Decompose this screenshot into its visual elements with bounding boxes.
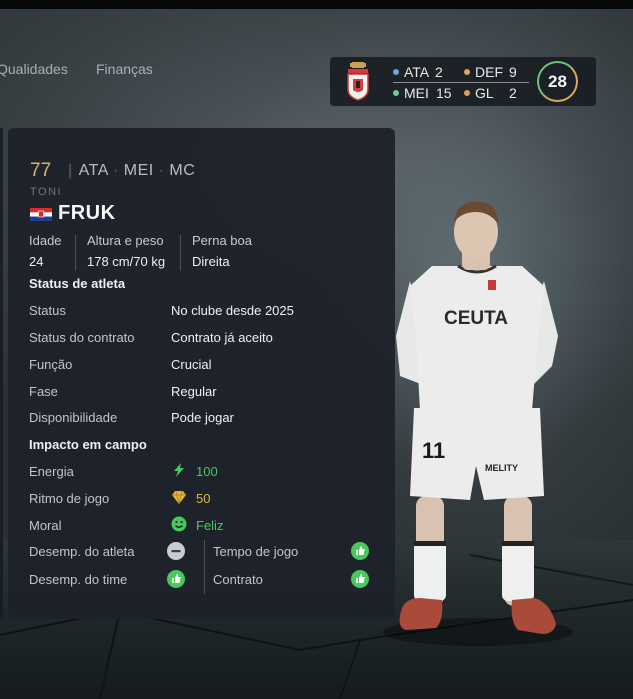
position-count-ata: ATA xyxy=(393,64,429,80)
athlete-status-title: Status de atleta xyxy=(29,276,126,291)
player-card: 77 | ATA · MEI · MC TONI FRUK Idade 24 Al… xyxy=(8,128,395,619)
smiley-icon xyxy=(171,516,187,532)
player-last-name: FRUK xyxy=(58,202,116,224)
morale-label: Moral xyxy=(29,518,62,533)
def-count: 9 xyxy=(509,64,517,80)
contract-label: Contrato xyxy=(213,572,263,587)
position-dot: · xyxy=(153,162,170,179)
thumbs-up-icon xyxy=(351,570,369,588)
club-crest-icon xyxy=(347,62,369,101)
availability-label: Disponibilidade xyxy=(29,410,118,425)
def-dot xyxy=(464,69,470,75)
ata-count: 2 xyxy=(435,64,443,80)
athlete-performance-label: Desemp. do atleta xyxy=(29,544,135,559)
age-label: Idade xyxy=(29,233,62,248)
tab-qualidades[interactable]: Qualidades xyxy=(0,61,68,77)
contract-status-value: Contrato já aceito xyxy=(171,330,273,345)
lightning-icon xyxy=(174,463,184,477)
overall-rating: 77 xyxy=(30,160,52,181)
phase-label: Fase xyxy=(29,384,58,399)
squad-total-badge: 28 xyxy=(537,61,578,102)
info-divider xyxy=(180,235,181,271)
position-divider xyxy=(393,82,529,83)
role-label: Função xyxy=(29,357,73,372)
shorts-number: 11 xyxy=(422,438,445,463)
thumbs-up-icon xyxy=(167,570,185,588)
sponsor-label: MELITY xyxy=(485,463,518,473)
height-weight-label: Altura e peso xyxy=(87,233,164,248)
availability-value: Pode jogar xyxy=(171,410,234,425)
height-weight-value: 178 cm/70 kg xyxy=(87,254,166,269)
phase-value: Regular xyxy=(171,384,217,399)
shirt-sponsor: CEUTA xyxy=(444,308,508,329)
position-secondary: MEI xyxy=(123,162,154,179)
playing-time-label: Tempo de jogo xyxy=(213,544,299,559)
positions-separator: | xyxy=(68,162,73,179)
status-value: No clube desde 2025 xyxy=(171,303,294,318)
match-rhythm-value: 50 xyxy=(196,491,211,506)
neutral-icon xyxy=(167,542,185,560)
status-label: Status xyxy=(29,303,66,318)
squad-position-summary: ATA 2 DEF 9 MEI 15 GL 2 28 xyxy=(330,57,596,106)
preferred-foot-label: Perna boa xyxy=(192,233,252,248)
card-edge xyxy=(0,128,3,619)
player-profile-screen: Qualidades Finanças ATA 2 DEF 9 MEI 15 G… xyxy=(0,0,633,699)
player-first-name: TONI xyxy=(30,186,63,198)
field-impact-title: Impacto em campo xyxy=(29,437,147,452)
player-positions: | ATA · MEI · MC xyxy=(68,162,195,180)
diamond-icon xyxy=(172,490,186,505)
position-primary: ATA xyxy=(78,162,109,179)
top-bar xyxy=(0,0,633,9)
gl-count: 2 xyxy=(509,85,517,101)
position-tertiary: MC xyxy=(169,162,196,179)
energy-label: Energia xyxy=(29,464,74,479)
performance-divider xyxy=(204,540,205,594)
position-count-def: DEF xyxy=(464,64,503,80)
age-value: 24 xyxy=(29,254,44,269)
energy-value: 100 xyxy=(196,464,218,479)
gl-dot xyxy=(464,90,470,96)
position-dot: · xyxy=(108,162,124,179)
contract-status-label: Status do contrato xyxy=(29,330,135,345)
role-value: Crucial xyxy=(171,357,212,372)
player-model: 11 MELITY CEUTA xyxy=(396,201,558,634)
mei-count: 15 xyxy=(436,85,452,101)
position-count-mei: MEI xyxy=(393,85,429,101)
preferred-foot-value: Direita xyxy=(192,254,230,269)
croatia-flag-icon xyxy=(30,208,52,221)
mei-dot xyxy=(393,90,399,96)
tab-financas[interactable]: Finanças xyxy=(96,61,153,77)
position-count-gl: GL xyxy=(464,85,494,101)
match-rhythm-label: Ritmo de jogo xyxy=(29,491,110,506)
thumbs-up-icon xyxy=(351,542,369,560)
ata-dot xyxy=(393,69,399,75)
info-divider xyxy=(75,235,76,271)
team-performance-label: Desemp. do time xyxy=(29,572,128,587)
morale-value: Feliz xyxy=(196,518,224,533)
